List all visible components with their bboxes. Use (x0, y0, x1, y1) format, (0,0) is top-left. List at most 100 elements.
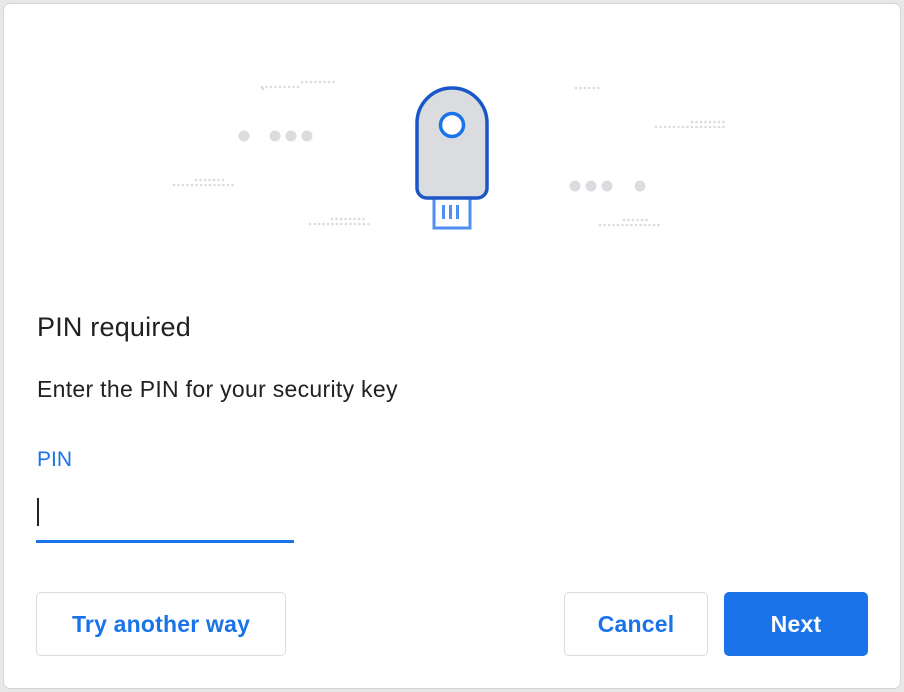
decorative-dot (353, 222, 357, 226)
decorative-dot (226, 183, 230, 187)
decorative-dot (722, 120, 725, 124)
decorative-dot (579, 86, 582, 90)
try-another-way-button[interactable]: Try another way (36, 592, 286, 656)
decorative-dot (672, 125, 676, 129)
decorative-dot (663, 125, 667, 129)
decorative-dot (231, 183, 234, 187)
decorative-dot (603, 223, 606, 227)
decorative-dot (636, 218, 639, 222)
decorative-dot (627, 218, 630, 222)
decorative-dot (261, 87, 265, 91)
decorative-dot (645, 218, 648, 222)
decorative-dot (208, 183, 212, 187)
pin-field-label: PIN (37, 448, 73, 471)
dialog-description: Enter the PIN for your security key (37, 376, 398, 402)
decorative-dot (616, 223, 620, 227)
decorative-dot (362, 217, 365, 221)
decorative-dot (217, 178, 220, 182)
decorative-dot (704, 120, 707, 124)
decorative-dot (690, 120, 694, 124)
decorative-dot (639, 223, 642, 227)
decorative-dot (238, 130, 250, 142)
decorative-dot (583, 86, 587, 90)
decorative-dot (659, 125, 662, 129)
decorative-dot (625, 223, 629, 227)
decorative-dot (327, 80, 331, 84)
decorative-dot (283, 85, 286, 89)
decorative-dot (717, 125, 721, 129)
decorative-dot (313, 222, 316, 226)
security-key-icon (415, 86, 489, 230)
decorative-dot (199, 183, 203, 187)
decorative-dot (652, 223, 656, 227)
decorative-dot (717, 120, 721, 124)
decorative-dot (713, 120, 716, 124)
decorative-dot (296, 85, 300, 89)
decorative-dot (634, 180, 646, 192)
decorative-dot (677, 125, 680, 129)
decorative-dot (274, 85, 277, 89)
decorative-dot (695, 125, 698, 129)
decorative-dot (357, 217, 361, 221)
decorative-dot (349, 222, 352, 226)
decorative-dot (668, 125, 671, 129)
decorative-dot (212, 178, 216, 182)
decorative-dot (323, 80, 326, 84)
decorative-dot (621, 223, 624, 227)
decorative-dot (708, 125, 712, 129)
decorative-dot (278, 85, 282, 89)
decorative-dot (204, 183, 207, 187)
decorative-dot (690, 125, 694, 129)
decorative-dot (285, 130, 297, 142)
text-caret (37, 498, 39, 526)
decorative-dot (339, 217, 343, 221)
decorative-dot (592, 86, 596, 90)
decorative-dot (208, 178, 211, 182)
decorative-dot (569, 180, 581, 192)
decorative-dot (221, 178, 225, 182)
decorative-dot (340, 222, 343, 226)
decorative-dot (308, 222, 312, 226)
decorative-dot (335, 217, 338, 221)
security-key-illustration (172, 80, 725, 230)
decorative-dot (217, 183, 221, 187)
decorative-dot (601, 180, 613, 192)
cancel-button[interactable]: Cancel (564, 592, 708, 656)
decorative-dot (332, 80, 335, 84)
decorative-dot (203, 178, 207, 182)
decorative-dot (344, 217, 347, 221)
decorative-dot (348, 217, 352, 221)
dialog-title: PIN required (37, 312, 191, 342)
decorative-dot (309, 80, 313, 84)
decorative-dot (177, 183, 180, 187)
decorative-dot (213, 183, 216, 187)
decorative-dot (318, 80, 322, 84)
decorative-dot (598, 223, 602, 227)
decorative-dot (634, 223, 638, 227)
decorative-dot (186, 183, 189, 187)
decorative-dot (301, 130, 313, 142)
decorative-dot (314, 80, 317, 84)
decorative-dot (265, 85, 268, 89)
decorative-dot (362, 222, 366, 226)
decorative-dot (612, 223, 615, 227)
decorative-dot (222, 183, 225, 187)
decorative-dot (722, 125, 725, 129)
decorative-dot (585, 180, 597, 192)
pin-input[interactable] (36, 490, 298, 538)
decorative-dot (269, 85, 273, 89)
decorative-dot (699, 120, 703, 124)
decorative-dot (699, 125, 703, 129)
decorative-dot (199, 178, 202, 182)
decorative-dot (686, 125, 689, 129)
next-button[interactable]: Next (724, 592, 868, 656)
pin-input-underline (36, 540, 294, 543)
decorative-dot (190, 183, 194, 187)
decorative-dot (331, 222, 334, 226)
decorative-dot (330, 217, 334, 221)
decorative-dot (640, 218, 644, 222)
decorative-dot (181, 183, 185, 187)
decorative-dot (597, 86, 600, 90)
decorative-dot (654, 125, 658, 129)
decorative-dot (317, 222, 321, 226)
